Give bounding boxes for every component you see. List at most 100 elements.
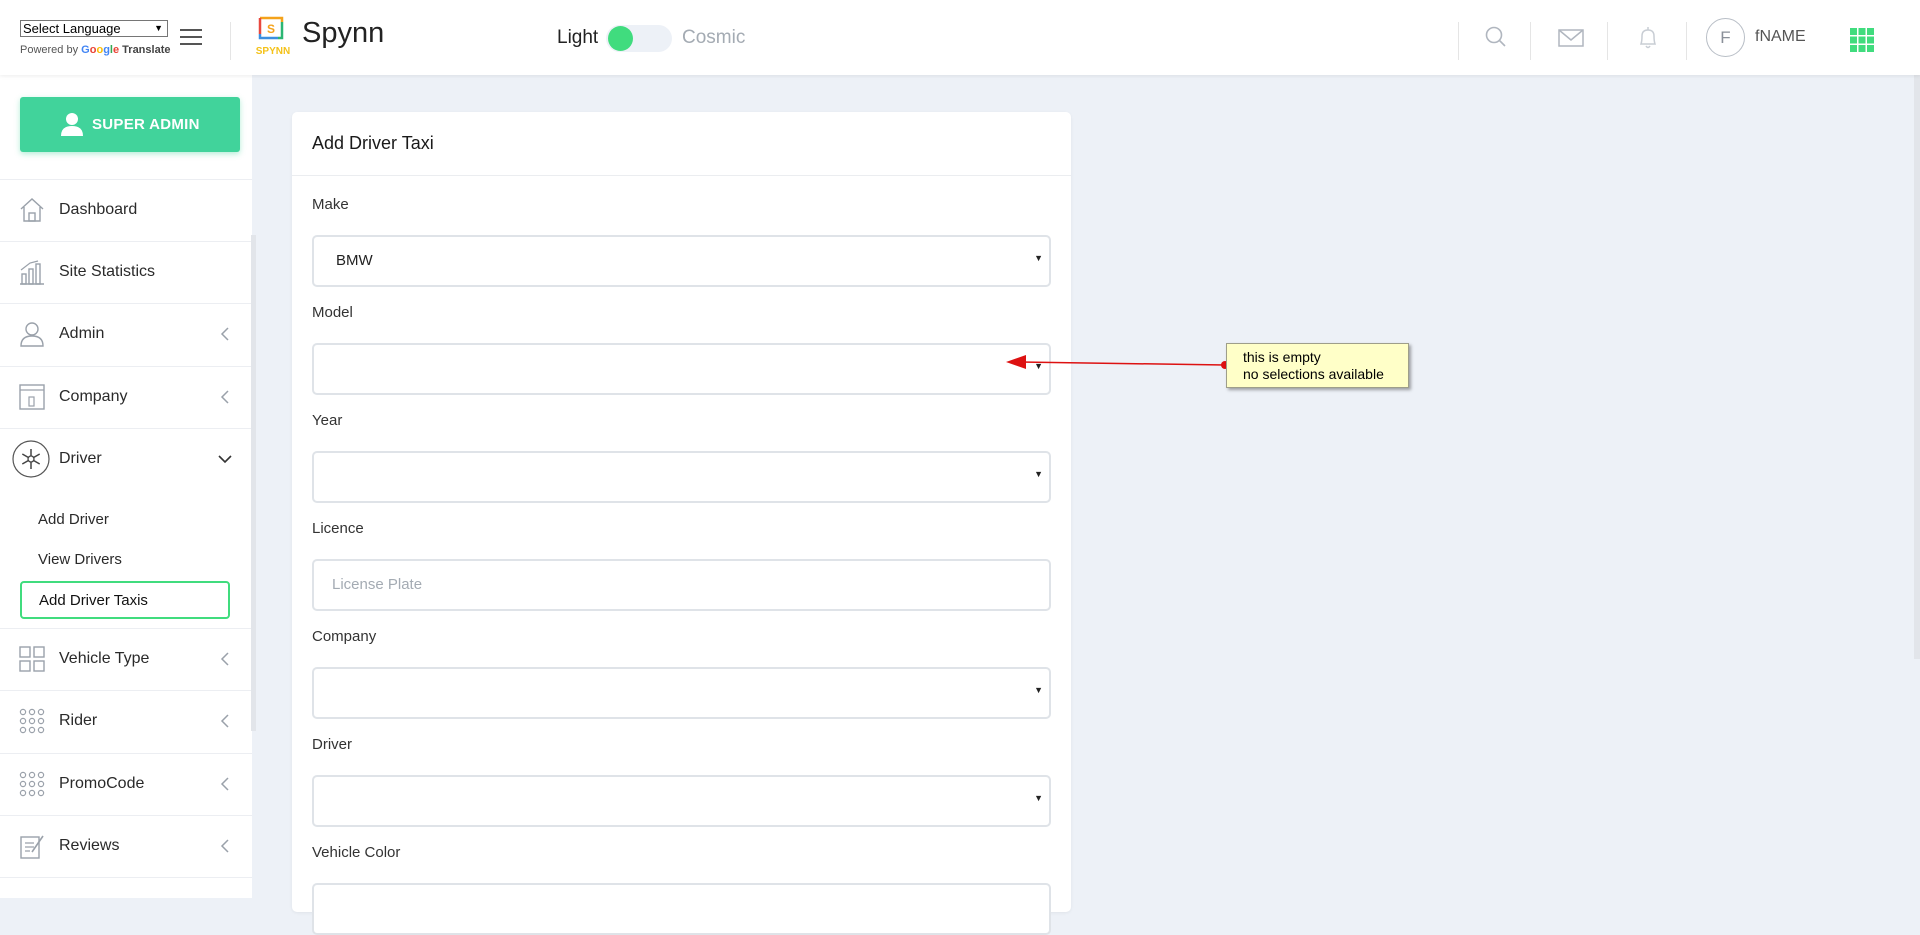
- svg-text:S: S: [267, 22, 275, 36]
- model-select[interactable]: ▼: [312, 343, 1051, 395]
- sidebar-subitem-add-driver-taxis[interactable]: Add Driver Taxis: [20, 581, 230, 619]
- driver-select[interactable]: ▼: [312, 775, 1051, 827]
- sidebar-item-label: PromoCode: [59, 775, 145, 792]
- sidebar-item-label: Company: [59, 388, 128, 405]
- toggle-knob: [608, 26, 633, 51]
- sidebar-subitem-label: Add Driver Taxis: [39, 592, 148, 609]
- sidebar-scrollbar[interactable]: [251, 235, 256, 731]
- header-divider: [230, 22, 231, 60]
- licence-plate-placeholder: License Plate: [332, 576, 423, 593]
- chevron-left-icon: [220, 327, 229, 341]
- company-select[interactable]: ▼: [312, 667, 1051, 719]
- sidebar-item-site-statistics[interactable]: Site Statistics: [0, 241, 252, 303]
- user-icon: [61, 113, 83, 136]
- annotation-note: this is empty no selections available: [1226, 343, 1409, 388]
- licence-label: Licence: [312, 520, 364, 537]
- sidebar-item-label: Site Statistics: [59, 263, 156, 280]
- top-header: Select Language ▼ Powered by Google Tran…: [0, 0, 1920, 75]
- header-divider: [1458, 22, 1459, 60]
- avatar[interactable]: F: [1706, 18, 1745, 57]
- brand-name[interactable]: Spynn: [302, 17, 384, 50]
- snowflake-icon: [12, 440, 50, 478]
- building-icon: [19, 384, 45, 410]
- svg-text:SPYNN: SPYNN: [256, 46, 290, 57]
- dropdown-caret-icon: ▼: [1034, 469, 1043, 479]
- sidebar-item-promocode[interactable]: PromoCode: [0, 753, 252, 815]
- menu-toggle-icon[interactable]: [180, 29, 202, 46]
- sidebar-item-driver[interactable]: Driver: [0, 428, 252, 490]
- sidebar-item-company[interactable]: Company: [0, 366, 252, 428]
- sidebar-subitem-add-driver[interactable]: Add Driver: [38, 511, 109, 528]
- sidebar-item-label: Admin: [59, 325, 105, 342]
- vehicle-color-label: Vehicle Color: [312, 844, 401, 861]
- chevron-down-icon: [218, 455, 232, 464]
- bar-chart-icon: [20, 260, 44, 285]
- language-select[interactable]: Select Language ▼: [20, 20, 168, 37]
- sidebar-item-reviews[interactable]: Reviews: [0, 815, 252, 877]
- spynn-logo-icon: S SPYNN: [256, 16, 290, 57]
- dropdown-caret-icon: ▼: [1034, 685, 1043, 695]
- google-translate-credit: Powered by Google Translate: [20, 44, 170, 56]
- home-icon: [20, 198, 44, 222]
- make-label: Make: [312, 196, 349, 213]
- year-label: Year: [312, 412, 343, 429]
- sidebar: SUPER ADMIN Dashboard Site Statistics Ad…: [0, 75, 256, 898]
- dropdown-caret-icon: ▼: [1034, 793, 1043, 803]
- annotation-line-1: this is empty: [1243, 349, 1321, 365]
- dropdown-caret-icon: ▼: [1034, 361, 1043, 371]
- year-select[interactable]: ▼: [312, 451, 1051, 503]
- chevron-left-icon: [220, 390, 229, 404]
- language-select-value: Select Language: [23, 21, 121, 36]
- page-scrollbar[interactable]: [1914, 75, 1920, 659]
- dropdown-caret-icon: ▼: [154, 23, 163, 33]
- google-logo: Google: [81, 44, 120, 56]
- theme-light-label: Light: [557, 27, 599, 48]
- bell-icon[interactable]: [1631, 22, 1665, 52]
- theme-cosmic-label: Cosmic: [682, 27, 746, 48]
- grid-icon: [19, 646, 45, 672]
- annotation-line-2: no selections available: [1243, 366, 1384, 382]
- header-divider: [1530, 22, 1531, 60]
- edit-icon: [20, 835, 44, 859]
- chevron-left-icon: [220, 714, 229, 728]
- sidebar-item-admin[interactable]: Admin: [0, 303, 252, 365]
- sidebar-item-dashboard[interactable]: Dashboard: [0, 179, 252, 241]
- apps-grid-icon[interactable]: [1850, 28, 1874, 52]
- sidebar-subitem-view-drivers[interactable]: View Drivers: [38, 551, 122, 568]
- driver-label: Driver: [312, 736, 352, 753]
- super-admin-label: SUPER ADMIN: [92, 116, 200, 133]
- dots-grid-icon: [19, 771, 45, 797]
- dots-grid-icon: [19, 708, 45, 734]
- model-label: Model: [312, 304, 353, 321]
- sidebar-item-label: Rider: [59, 712, 98, 729]
- card-title: Add Driver Taxi: [312, 133, 434, 153]
- menu-divider: [0, 877, 252, 878]
- sidebar-item-rider[interactable]: Rider: [0, 690, 252, 752]
- person-icon: [20, 322, 44, 347]
- sidebar-item-label: Reviews: [59, 837, 120, 854]
- sidebar-item-label: Vehicle Type: [59, 650, 150, 667]
- search-icon[interactable]: [1478, 22, 1512, 52]
- make-select-value: BMW: [336, 252, 373, 269]
- chevron-left-icon: [220, 777, 229, 791]
- user-name[interactable]: fNAME: [1755, 28, 1806, 46]
- theme-toggle[interactable]: [606, 25, 672, 52]
- translate-link[interactable]: Translate: [122, 44, 170, 56]
- licence-plate-input[interactable]: License Plate: [312, 559, 1051, 611]
- sidebar-item-label: Dashboard: [59, 201, 138, 218]
- vehicle-color-input[interactable]: [312, 883, 1051, 935]
- mail-icon[interactable]: [1554, 22, 1588, 52]
- dropdown-caret-icon: ▼: [1034, 253, 1043, 263]
- chevron-left-icon: [220, 839, 229, 853]
- add-driver-taxi-card: Add Driver Taxi Make BMW ▼ Model ▼ Year …: [292, 112, 1071, 935]
- header-divider: [1686, 22, 1687, 60]
- make-select[interactable]: BMW ▼: [312, 235, 1051, 287]
- powered-by-text: Powered by: [20, 44, 79, 56]
- super-admin-button[interactable]: SUPER ADMIN: [20, 97, 240, 152]
- sidebar-item-vehicle-type[interactable]: Vehicle Type: [0, 628, 252, 690]
- chevron-left-icon: [220, 652, 229, 666]
- company-label: Company: [312, 628, 377, 645]
- header-divider: [1607, 22, 1608, 60]
- sidebar-item-label: Driver: [59, 450, 102, 467]
- card-divider: [292, 175, 1071, 176]
